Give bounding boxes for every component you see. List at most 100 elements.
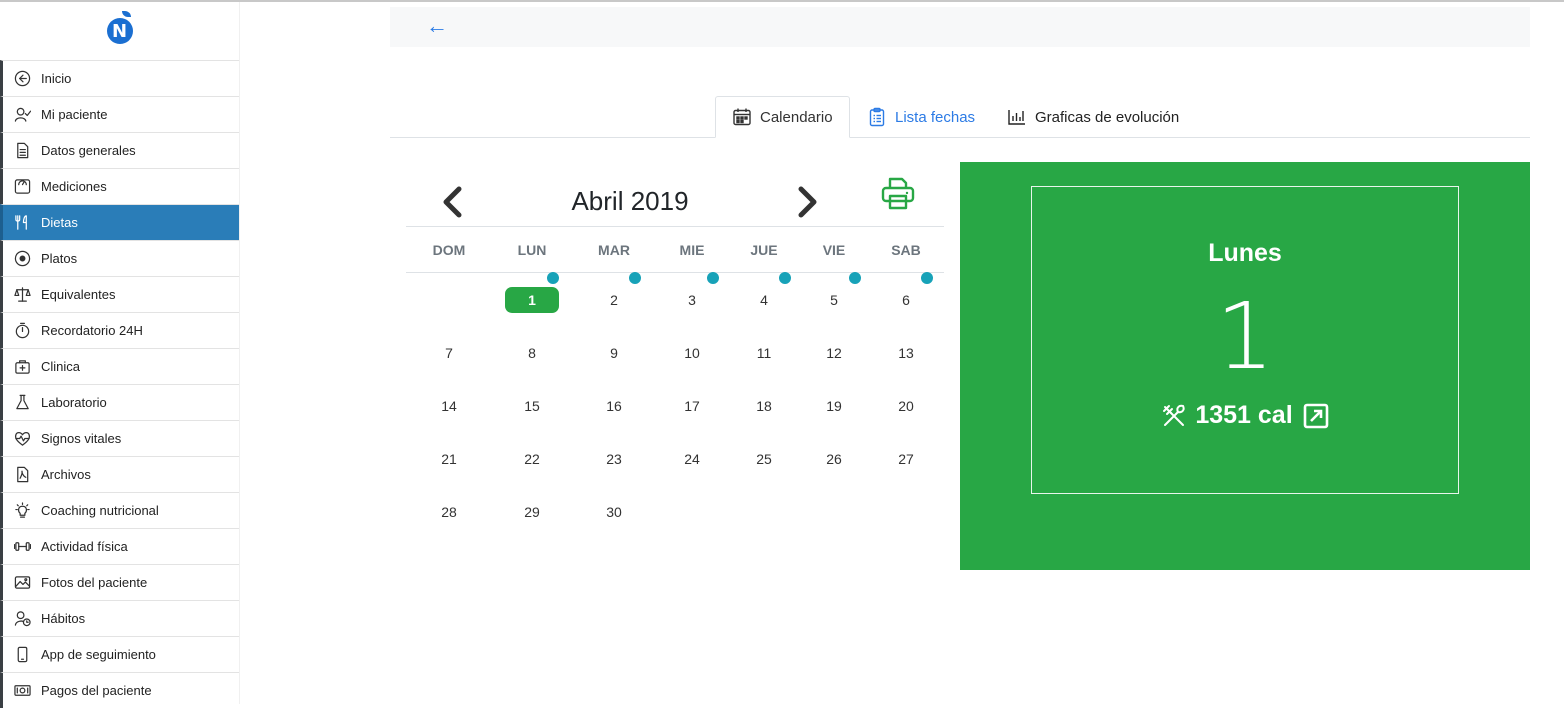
calendar-day[interactable]: 3 bbox=[665, 287, 719, 313]
calendar-day[interactable]: 11 bbox=[737, 340, 791, 366]
sidebar-item-platos[interactable]: Platos bbox=[0, 240, 239, 276]
calendar-day[interactable]: 18 bbox=[737, 393, 791, 419]
sidebar-item-label: Pagos del paciente bbox=[41, 683, 152, 698]
sidebar-item-mi-paciente[interactable]: Mi paciente bbox=[0, 96, 239, 132]
sidebar-item-label: Recordatorio 24H bbox=[41, 323, 143, 338]
calendar-day[interactable]: 7 bbox=[422, 340, 476, 366]
weekday-header: MIE bbox=[679, 242, 705, 258]
printer-icon[interactable] bbox=[880, 176, 916, 212]
sidebar-item-inicio[interactable]: Inicio bbox=[0, 60, 239, 96]
panel-day-number: 1 bbox=[1215, 283, 1275, 390]
lightbulb-icon bbox=[11, 502, 33, 519]
mobile-icon bbox=[11, 646, 33, 663]
back-arrow-icon[interactable]: ← bbox=[426, 13, 448, 39]
sidebar-item-label: App de seguimiento bbox=[41, 647, 156, 662]
calendar-day[interactable]: 13 bbox=[879, 340, 933, 366]
sidebar-item-pagos-del-paciente[interactable]: Pagos del paciente bbox=[0, 672, 239, 708]
calendar-day[interactable]: 28 bbox=[422, 499, 476, 525]
calendar-day[interactable]: 12 bbox=[807, 340, 861, 366]
heart-pulse-icon bbox=[11, 430, 33, 447]
calendar-day[interactable]: 23 bbox=[587, 446, 641, 472]
utensils-icon bbox=[11, 214, 33, 231]
sidebar-item-signos-vitales[interactable]: Signos vitales bbox=[0, 420, 239, 456]
image-icon bbox=[11, 574, 33, 591]
calendar-day[interactable]: 14 bbox=[422, 393, 476, 419]
weekday-header: SAB bbox=[891, 242, 921, 258]
calendar-day[interactable]: 26 bbox=[807, 446, 861, 472]
calendar-day[interactable]: 5 bbox=[807, 287, 861, 313]
sidebar-item-label: Platos bbox=[41, 251, 78, 266]
sidebar-item-label: Clinica bbox=[41, 359, 81, 374]
sidebar-item-clinica[interactable]: Clinica bbox=[0, 348, 239, 384]
sidebar-item-actividad-fisica[interactable]: Actividad física bbox=[0, 528, 239, 564]
medical-kit-icon bbox=[11, 358, 33, 375]
sidebar-item-label: Actividad física bbox=[41, 539, 128, 554]
sidebar-item-equivalentes[interactable]: Equivalentes bbox=[0, 276, 239, 312]
calendar-day[interactable]: 4 bbox=[737, 287, 791, 313]
sidebar-menu: Inicio Mi paciente Datos generales Medicion… bbox=[0, 60, 239, 708]
calendar-day[interactable]: 25 bbox=[737, 446, 791, 472]
chevron-right-icon[interactable] bbox=[796, 186, 820, 218]
sidebar-item-mediciones[interactable]: Mediciones bbox=[0, 168, 239, 204]
day-detail-box: Lunes 1 1351 cal bbox=[1031, 186, 1459, 494]
back-circle-icon bbox=[11, 70, 33, 87]
diet-indicator-dot bbox=[779, 272, 791, 284]
sidebar-item-recordatorio-24h[interactable]: Recordatorio 24H bbox=[0, 312, 239, 348]
panel-weekday: Lunes bbox=[1208, 239, 1282, 267]
calendar-day[interactable]: 20 bbox=[879, 393, 933, 419]
diet-indicator-dot bbox=[629, 272, 641, 284]
sidebar-item-datos-generales[interactable]: Datos generales bbox=[0, 132, 239, 168]
calendar-day[interactable]: 9 bbox=[587, 340, 641, 366]
external-link-icon[interactable] bbox=[1303, 403, 1329, 429]
clipboard-list-icon bbox=[869, 107, 885, 127]
weekday-header: VIE bbox=[822, 242, 846, 258]
calendar-day[interactable]: 2 bbox=[587, 287, 641, 313]
sidebar: N Inicio Mi paciente Datos generales Medici… bbox=[0, 2, 240, 708]
tab-lista-fechas[interactable]: Lista fechas bbox=[867, 96, 975, 138]
app-logo[interactable]: N bbox=[0, 2, 239, 60]
calendar-header: Abril 2019 bbox=[406, 172, 944, 226]
document-icon bbox=[11, 142, 33, 159]
calendar-day[interactable]: 21 bbox=[422, 446, 476, 472]
sidebar-item-label: Coaching nutricional bbox=[41, 503, 159, 518]
calendar-day[interactable]: 22 bbox=[505, 446, 559, 472]
calendar-day[interactable]: 1 bbox=[505, 287, 559, 313]
diet-indicator-dot bbox=[707, 272, 719, 284]
calendar-day[interactable]: 8 bbox=[505, 340, 559, 366]
weekday-header: DOM bbox=[432, 242, 466, 258]
calendar-day[interactable]: 29 bbox=[505, 499, 559, 525]
calendar-day[interactable]: 27 bbox=[879, 446, 933, 472]
calendar-day[interactable]: 6 bbox=[879, 287, 933, 313]
diet-indicator-dot bbox=[921, 272, 933, 284]
sidebar-item-coaching-nutricional[interactable]: Coaching nutricional bbox=[0, 492, 239, 528]
sidebar-item-label: Laboratorio bbox=[41, 395, 107, 410]
calendar-day[interactable]: 24 bbox=[665, 446, 719, 472]
calendar-icon bbox=[733, 108, 751, 126]
money-icon bbox=[11, 682, 33, 699]
sidebar-item-label: Mi paciente bbox=[41, 107, 108, 122]
sidebar-item-fotos-del-paciente[interactable]: Fotos del paciente bbox=[0, 564, 239, 600]
panel-calories: 1351 cal bbox=[1195, 401, 1293, 429]
stopwatch-icon bbox=[11, 322, 33, 339]
sidebar-item-archivos[interactable]: Archivos bbox=[0, 456, 239, 492]
weekday-divider bbox=[406, 272, 944, 273]
tab-lista-fechas-label: Lista fechas bbox=[895, 108, 976, 126]
calendar-day[interactable]: 16 bbox=[587, 393, 641, 419]
calendar-day[interactable]: 15 bbox=[505, 393, 559, 419]
calendar-day[interactable]: 10 bbox=[665, 340, 719, 366]
diet-indicator-dot bbox=[849, 272, 861, 284]
sidebar-item-dietas[interactable]: Dietas bbox=[0, 204, 239, 240]
tab-graficas[interactable]: Graficas de evolución bbox=[1007, 96, 1179, 138]
sidebar-item-habitos[interactable]: Hábitos bbox=[0, 600, 239, 636]
calendar-month-title: Abril 2019 bbox=[571, 186, 689, 216]
calendar-day[interactable]: 19 bbox=[807, 393, 861, 419]
scale-icon bbox=[11, 178, 33, 195]
tab-calendario[interactable]: Calendario bbox=[715, 96, 850, 138]
sidebar-item-laboratorio[interactable]: Laboratorio bbox=[0, 384, 239, 420]
calendar-day[interactable]: 30 bbox=[587, 499, 641, 525]
sidebar-item-label: Hábitos bbox=[41, 611, 86, 626]
sidebar-item-app-de-seguimiento[interactable]: App de seguimiento bbox=[0, 636, 239, 672]
panel-calories-row: 1351 cal bbox=[1032, 401, 1458, 430]
chevron-left-icon[interactable] bbox=[440, 186, 464, 218]
calendar-day[interactable]: 17 bbox=[665, 393, 719, 419]
